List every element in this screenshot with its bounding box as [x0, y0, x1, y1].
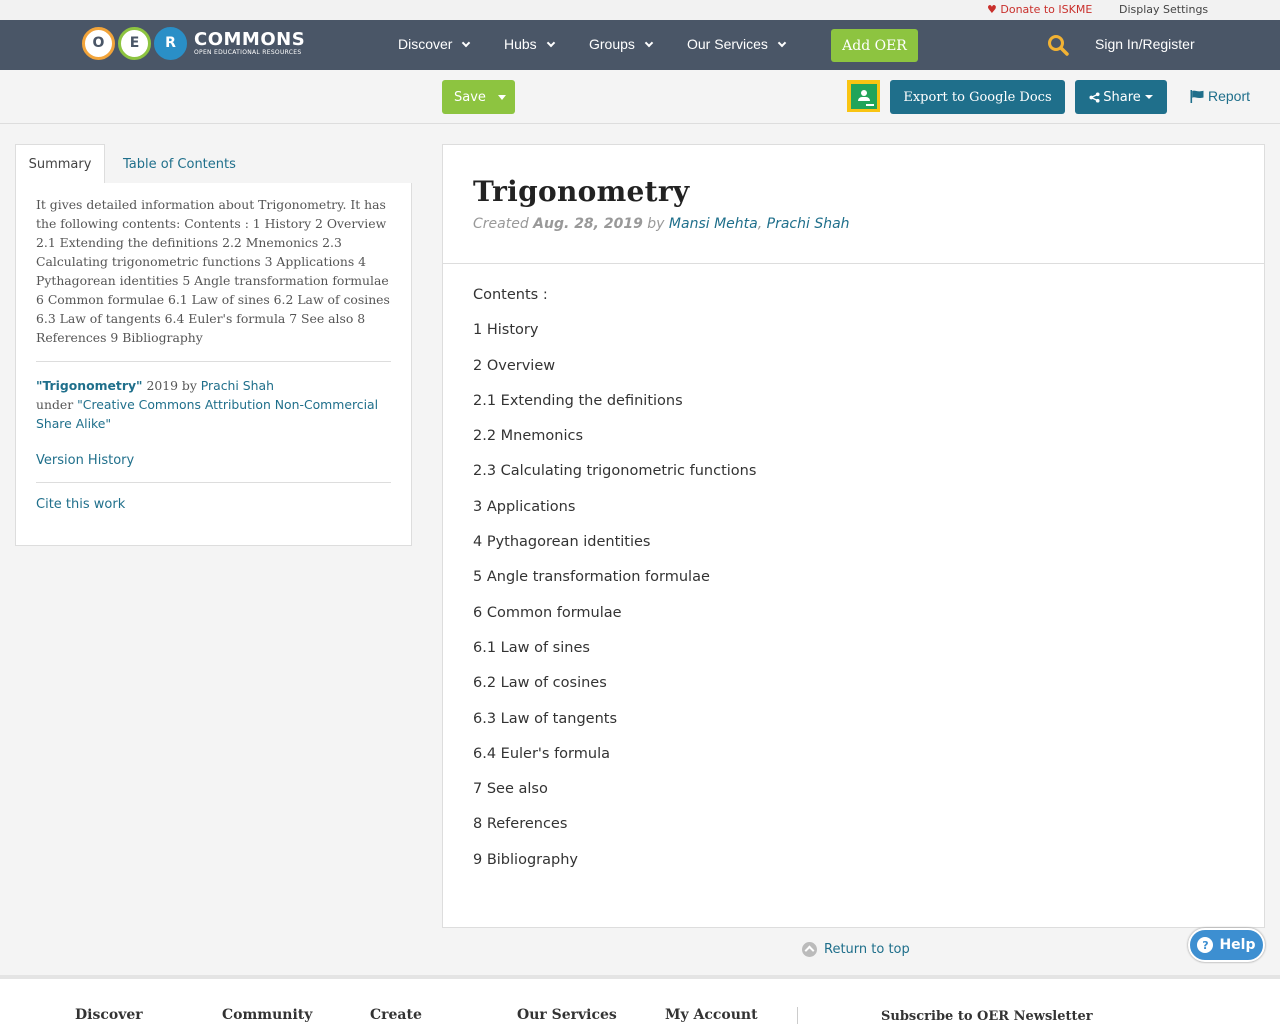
contents-line: 2.1 Extending the definitions	[473, 392, 683, 409]
export-google-docs-button[interactable]: Export to Google Docs	[890, 80, 1065, 114]
contents-line: 9 Bibliography	[473, 851, 578, 868]
chevron-down-icon	[644, 38, 654, 48]
footer-heading-create: Create	[370, 1007, 422, 1023]
nav-discover[interactable]: Discover	[398, 36, 471, 52]
display-settings-link[interactable]: Display Settings	[1119, 3, 1208, 16]
contents-line: Contents :	[473, 287, 548, 303]
author-link-mansi-mehta[interactable]: Mansi Mehta	[669, 216, 758, 232]
question-icon: ?	[1197, 937, 1214, 953]
add-oer-button[interactable]: Add OER	[831, 29, 918, 62]
created-date: Aug. 28, 2019	[533, 216, 643, 232]
created-line: Created Aug. 28, 2019 by Mansi Mehta, Pr…	[473, 216, 850, 232]
chevron-down-icon	[462, 38, 471, 48]
cite-this-work-link[interactable]: Cite this work	[36, 497, 391, 512]
logo-wordmark: COMMONS OPEN EDUCATIONAL RESOURCES	[194, 28, 306, 56]
contents-line: 6.1 Law of sines	[473, 639, 590, 656]
return-to-top-link[interactable]: Return to top	[802, 942, 910, 957]
flag-icon	[1190, 89, 1204, 103]
attribution-title-link[interactable]: "Trigonometry"	[36, 378, 143, 393]
contents-line: 8 References	[473, 816, 568, 833]
contents-line: 2.2 Mnemonics	[473, 428, 584, 445]
contents-line: 6 Common formulae	[473, 604, 622, 621]
version-history-link[interactable]: Version History	[36, 453, 391, 468]
oer-commons-logo[interactable]: O E R COMMONS OPEN EDUCATIONAL RESOURCES	[82, 25, 305, 61]
footer-heading-my-account: My Account	[665, 1007, 758, 1023]
contents-line: 2 Overview	[473, 357, 556, 374]
resource-header: Trigonometry Created Aug. 28, 2019 by Ma…	[443, 145, 1264, 264]
chevron-down-icon	[546, 38, 555, 48]
tab-table-of-contents[interactable]: Table of Contents	[123, 144, 236, 184]
caret-down-icon	[497, 94, 506, 100]
google-classroom-icon[interactable]	[847, 80, 880, 112]
caret-down-icon	[1144, 95, 1153, 99]
heart-icon: ♥	[987, 3, 997, 16]
page-title: Trigonometry	[473, 175, 690, 208]
save-button[interactable]: Save	[442, 80, 515, 114]
nav-our-services[interactable]: Our Services	[687, 36, 787, 52]
footer-divider	[797, 1007, 798, 1024]
footer-heading-discover: Discover	[75, 1007, 143, 1023]
main-navbar: O E R COMMONS OPEN EDUCATIONAL RESOURCES…	[0, 20, 1280, 70]
chevron-down-icon	[777, 38, 787, 48]
contents-line: 1 History	[473, 322, 539, 339]
search-icon[interactable]	[1047, 34, 1069, 56]
nav-groups[interactable]: Groups	[589, 36, 654, 52]
contents-line: 5 Angle transformation formulae	[473, 569, 710, 586]
sidebar-tabs: Summary Table of Contents	[15, 144, 412, 184]
attribution-author-link[interactable]: Prachi Shah	[201, 378, 274, 393]
contents-line: 6.2 Law of cosines	[473, 675, 607, 692]
utility-bar: ♥ Donate to ISKME Display Settings	[0, 0, 1280, 20]
attribution: "Trigonometry" 2019 by Prachi Shah under …	[36, 378, 379, 431]
donate-link[interactable]: ♥ Donate to ISKME	[987, 3, 1092, 16]
nav-hubs[interactable]: Hubs	[504, 36, 555, 52]
share-button[interactable]: Share	[1075, 80, 1167, 114]
license-link[interactable]: "Creative Commons Attribution Non-Commer…	[36, 397, 378, 431]
logo-letter-r: R	[154, 26, 187, 60]
arrow-up-circle-icon	[802, 942, 817, 957]
divider	[36, 361, 391, 362]
resource-card: Trigonometry Created Aug. 28, 2019 by Ma…	[442, 144, 1265, 928]
report-link[interactable]: Report	[1190, 88, 1250, 104]
footer: Discover Community Create Our Services M…	[0, 975, 1280, 1024]
newsletter-heading: Subscribe to OER Newsletter	[881, 1009, 1093, 1024]
logo-letter-o: O	[82, 26, 115, 60]
share-icon	[1089, 91, 1100, 103]
footer-heading-our-services: Our Services	[517, 1007, 617, 1023]
logo-letter-e: E	[118, 26, 151, 60]
summary-text: It gives detailed information about Trig…	[36, 197, 390, 345]
footer-heading-community: Community	[222, 1007, 313, 1023]
divider	[36, 482, 391, 483]
contents-line: 6.3 Law of tangents	[473, 710, 618, 727]
summary-panel: It gives detailed information about Trig…	[15, 183, 412, 546]
contents-line: 3 Applications	[473, 498, 576, 515]
author-link-prachi-shah[interactable]: Prachi Shah	[767, 216, 850, 232]
contents-line: 7 See also	[473, 781, 548, 798]
contents-line: 4 Pythagorean identities	[473, 534, 651, 551]
contents-line: 6.4 Euler's formula	[473, 745, 610, 762]
help-button[interactable]: ? Help	[1188, 928, 1265, 962]
contents-line: 2.3 Calculating trigonometric functions	[473, 463, 757, 480]
resource-contents: Contents : 1 History 2 Overview 2.1 Exte…	[443, 264, 1264, 885]
tab-summary[interactable]: Summary	[15, 144, 105, 184]
resource-toolbar: Save Export to Google Docs Share Report	[0, 70, 1280, 124]
sign-in-register-link[interactable]: Sign In/Register	[1095, 36, 1195, 52]
